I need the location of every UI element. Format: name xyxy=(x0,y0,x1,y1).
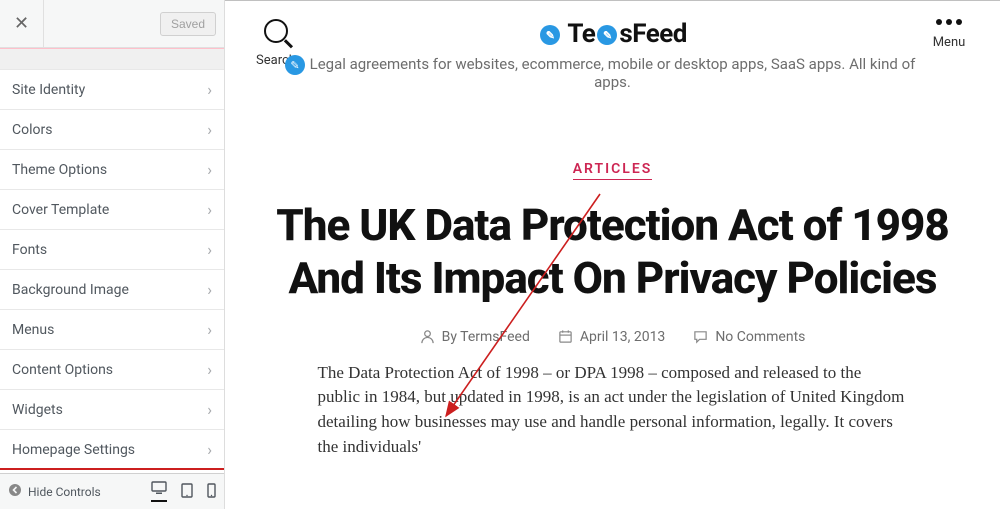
sidebar-item-label: Widgets xyxy=(12,402,63,418)
sidebar-item-label: Theme Options xyxy=(12,162,107,178)
chevron-right-icon: › xyxy=(207,440,212,459)
edit-shortcut-icon[interactable]: ✎ xyxy=(285,55,305,75)
sidebar-item-unknown-top[interactable] xyxy=(0,48,224,70)
sidebar-item-colors[interactable]: Colors › xyxy=(0,110,224,150)
edit-shortcut-icon[interactable]: ✎ xyxy=(540,25,560,45)
calendar-icon xyxy=(558,329,573,344)
chevron-right-icon: › xyxy=(207,160,212,179)
meta-date: April 13, 2013 xyxy=(558,329,665,345)
search-icon xyxy=(264,19,288,43)
sidebar-item-widgets[interactable]: Widgets › xyxy=(0,390,224,430)
chevron-right-icon: › xyxy=(207,320,212,339)
site-header: Search ✎ ✎ Te✎sFeed Legal agreements for… xyxy=(255,19,970,91)
site-tagline: Legal agreements for websites, ecommerce… xyxy=(297,55,928,91)
logo-text-right: sFeed xyxy=(619,19,687,49)
chevron-right-icon: › xyxy=(207,280,212,299)
chevron-right-icon: › xyxy=(207,80,212,99)
hide-controls-label: Hide Controls xyxy=(28,485,101,499)
customizer-footer: Hide Controls xyxy=(0,473,224,509)
sidebar-item-site-identity[interactable]: Site Identity › xyxy=(0,70,224,110)
chevron-right-icon: › xyxy=(207,200,212,219)
sidebar-item-content-options[interactable]: Content Options › xyxy=(0,350,224,390)
sidebar-item-label: Content Options xyxy=(12,362,113,378)
sidebar-item-cover-template[interactable]: Cover Template › xyxy=(0,190,224,230)
user-icon xyxy=(420,329,435,344)
search-toggle[interactable]: Search ✎ xyxy=(255,19,297,68)
sidebar-item-fonts[interactable]: Fonts › xyxy=(0,230,224,270)
sidebar-item-label: Cover Template xyxy=(12,202,109,218)
collapse-left-icon xyxy=(8,483,22,500)
device-desktop-icon[interactable] xyxy=(151,481,167,502)
customizer-sidebar: ✕ Saved Site Identity › Colors › Theme O… xyxy=(0,0,225,509)
sidebar-item-homepage-settings[interactable]: Homepage Settings › xyxy=(0,430,224,470)
sidebar-item-label: Menus xyxy=(12,322,54,338)
logo-text-left: Te xyxy=(567,19,595,49)
edit-shortcut-icon[interactable]: ✎ xyxy=(597,25,617,45)
sidebar-item-label: Background Image xyxy=(12,282,129,298)
sidebar-item-woocommerce[interactable]: WooCommerce › xyxy=(0,470,224,473)
article-body-excerpt: The Data Protection Act of 1998 – or DPA… xyxy=(318,361,908,460)
sidebar-item-theme-options[interactable]: Theme Options › xyxy=(0,150,224,190)
chevron-right-icon: › xyxy=(207,120,212,139)
chevron-right-icon: › xyxy=(207,400,212,419)
sidebar-item-label: Homepage Settings xyxy=(12,442,135,458)
sidebar-item-label: Colors xyxy=(12,122,52,138)
article-meta: By TermsFeed April 13, 2013 No Comments xyxy=(255,329,970,345)
chevron-right-icon: › xyxy=(207,240,212,259)
site-logo[interactable]: ✎ Te✎sFeed xyxy=(297,19,928,49)
article-category[interactable]: ARTICLES xyxy=(255,161,970,177)
sidebar-item-label: Fonts xyxy=(12,242,47,258)
saved-status-button[interactable]: Saved xyxy=(160,12,216,36)
hide-controls-button[interactable]: Hide Controls xyxy=(8,483,101,500)
meta-comments[interactable]: No Comments xyxy=(693,329,805,345)
chevron-right-icon: › xyxy=(207,360,212,379)
sidebar-item-label: Site Identity xyxy=(12,82,85,98)
article-title: The UK Data Protection Act of 1998 And I… xyxy=(255,199,970,305)
device-mobile-icon[interactable] xyxy=(207,483,216,501)
customizer-topbar: ✕ Saved xyxy=(0,0,224,48)
comment-icon xyxy=(693,329,708,344)
site-preview-pane: Search ✎ ✎ Te✎sFeed Legal agreements for… xyxy=(225,0,1000,509)
close-customizer-button[interactable]: ✕ xyxy=(0,0,44,48)
device-preview-toggle xyxy=(151,481,216,502)
menu-label: Menu xyxy=(933,35,966,50)
customizer-section-list: Site Identity › Colors › Theme Options ›… xyxy=(0,48,224,473)
device-tablet-icon[interactable] xyxy=(181,483,193,501)
ellipsis-icon xyxy=(936,19,962,25)
sidebar-item-background-image[interactable]: Background Image › xyxy=(0,270,224,310)
menu-toggle[interactable]: Menu xyxy=(928,19,970,50)
meta-author[interactable]: By TermsFeed xyxy=(420,329,530,345)
sidebar-item-menus[interactable]: Menus › xyxy=(0,310,224,350)
